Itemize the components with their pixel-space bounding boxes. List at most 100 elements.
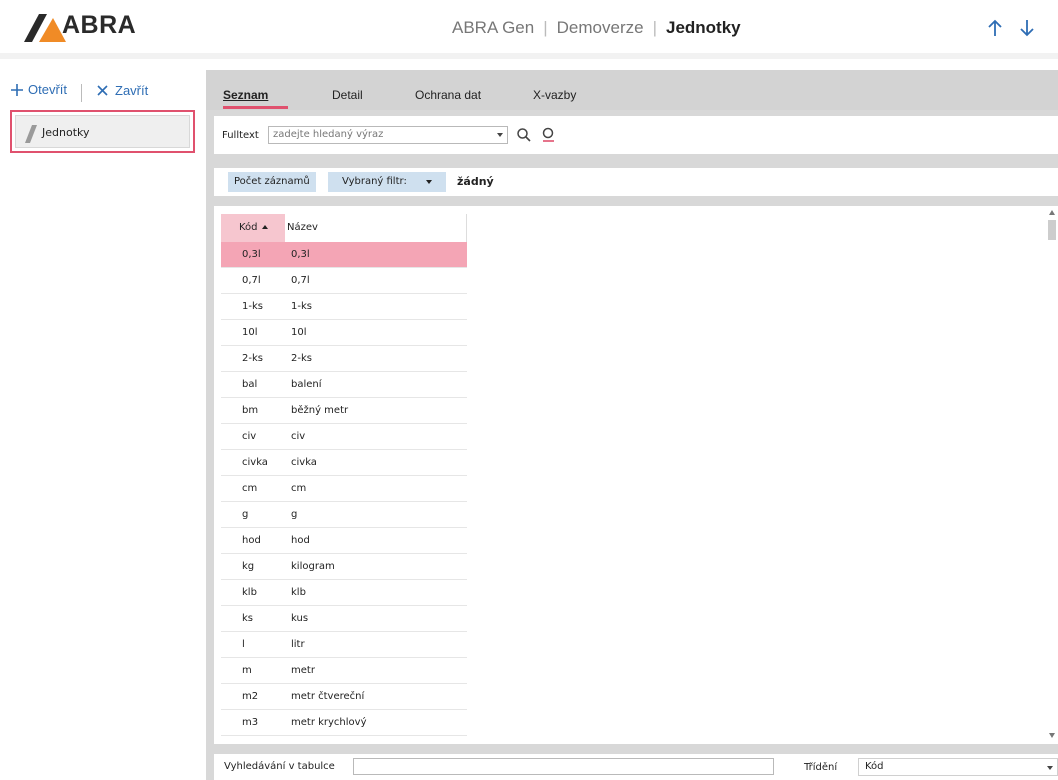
open-label: Otevřít bbox=[28, 82, 68, 97]
cell-kod: m2 bbox=[242, 691, 259, 702]
tab-seznam[interactable]: Seznam bbox=[223, 88, 268, 102]
breadcrumb: ABRA Gen | Demoverze | Jednotky bbox=[452, 18, 741, 37]
cell-kod: 0,3l bbox=[242, 249, 261, 260]
table-row[interactable]: m metr bbox=[221, 658, 467, 684]
cell-nazev: 0,3l bbox=[291, 249, 310, 260]
table-row[interactable]: gg bbox=[221, 502, 467, 528]
dropdown-arrow-icon bbox=[426, 180, 432, 184]
close-button[interactable]: Zavřít bbox=[96, 83, 148, 98]
cell-nazev: civ bbox=[291, 431, 306, 442]
column-header-kod[interactable]: Kód bbox=[221, 214, 285, 242]
fulltext-placeholder: zadejte hledaný výraz bbox=[273, 129, 384, 140]
actions-divider bbox=[81, 84, 83, 103]
close-icon bbox=[97, 84, 108, 96]
cell-kod: l bbox=[242, 639, 245, 650]
cell-nazev: 0,7l bbox=[291, 275, 310, 286]
chevron-down-icon[interactable] bbox=[497, 133, 503, 137]
table-row[interactable]: m2 metr čtvereční bbox=[221, 684, 467, 710]
cell-nazev: metr bbox=[291, 665, 315, 676]
cell-kod: g bbox=[242, 509, 249, 520]
plus-icon bbox=[11, 83, 23, 96]
agenda-panel: Seznam Detail Ochrana dat X-vazby Fullte… bbox=[206, 70, 1058, 780]
table-row[interactable]: klb klb bbox=[221, 580, 467, 606]
table-search-bar: Vyhledávání v tabulce Třídění Kód bbox=[214, 754, 1058, 780]
sort-select-value: Kód bbox=[865, 761, 884, 772]
advanced-search-icon[interactable] bbox=[541, 127, 557, 143]
column-header-nazev[interactable]: Název bbox=[287, 214, 465, 242]
tab-x-vazby[interactable]: X-vazby bbox=[533, 88, 576, 102]
logo-text: ABRA bbox=[62, 11, 137, 39]
table-row[interactable]: kg kilogram bbox=[221, 554, 467, 580]
cell-nazev: civka bbox=[291, 457, 317, 468]
cell-nazev: g bbox=[291, 509, 298, 520]
cell-kod: m bbox=[242, 665, 252, 676]
cell-kod: cm bbox=[242, 483, 258, 494]
search-icon[interactable] bbox=[516, 127, 532, 143]
table-row[interactable]: 10l 10l bbox=[221, 320, 467, 346]
table-row[interactable]: ks kus bbox=[221, 606, 467, 632]
table-row[interactable]: bm běžný metr bbox=[221, 398, 467, 424]
filter-select-label: Vybraný filtr: bbox=[342, 176, 407, 187]
cell-kod: civ bbox=[242, 431, 257, 442]
table-row[interactable]: bal balení bbox=[221, 372, 467, 398]
table-row[interactable]: 2-ks 2-ks bbox=[221, 346, 467, 372]
tab-seznam-label: Seznam bbox=[223, 88, 269, 102]
cell-kod: ks bbox=[242, 613, 254, 624]
cell-kod: civka bbox=[242, 457, 268, 468]
scroll-up-icon[interactable] bbox=[1049, 210, 1055, 215]
filter-select-button[interactable]: Vybraný filtr: bbox=[328, 172, 446, 192]
cell-nazev: klb bbox=[291, 587, 306, 598]
table-row[interactable]: 0,7l 0,7l bbox=[221, 268, 467, 294]
table-row[interactable]: m3 metr krychlový bbox=[221, 710, 467, 736]
cell-kod: bm bbox=[242, 405, 259, 416]
table-row[interactable]: cm cm bbox=[221, 476, 467, 502]
sort-ascending-icon bbox=[261, 225, 268, 229]
breadcrumb-app: ABRA Gen bbox=[452, 18, 535, 37]
active-tab-indicator bbox=[223, 106, 288, 109]
tab-ochrana-dat[interactable]: Ochrana dat bbox=[415, 88, 481, 102]
cell-kod: 2-ks bbox=[242, 353, 263, 364]
sort-select[interactable]: Kód bbox=[858, 758, 1058, 776]
cell-kod: m3 bbox=[242, 717, 259, 728]
header-divider bbox=[0, 53, 1058, 59]
table-row[interactable]: civ civ bbox=[221, 424, 467, 450]
open-button[interactable]: Otevřít bbox=[10, 82, 67, 97]
close-label: Zavřít bbox=[115, 82, 149, 98]
tab-detail-label: Detail bbox=[332, 88, 363, 102]
table-search-input[interactable] bbox=[353, 758, 774, 775]
cell-kod: 0,7l bbox=[242, 275, 261, 286]
scroll-down-icon[interactable] bbox=[1049, 733, 1055, 738]
cell-kod: kg bbox=[242, 561, 255, 572]
table-header: Kód Název bbox=[221, 214, 467, 242]
table-row[interactable]: l litr bbox=[221, 632, 467, 658]
column-header-kod-label: Kód bbox=[239, 222, 258, 233]
cell-kod: bal bbox=[242, 379, 258, 390]
cell-nazev: balení bbox=[291, 379, 322, 390]
cell-nazev: hod bbox=[291, 535, 310, 546]
table-row[interactable]: 1-ks 1-ks bbox=[221, 294, 467, 320]
chevron-down-icon bbox=[1047, 766, 1053, 770]
arrow-up-icon[interactable] bbox=[984, 17, 1006, 39]
record-count-button[interactable]: Počet záznamů bbox=[228, 172, 316, 192]
cell-kod: klb bbox=[242, 587, 257, 598]
open-document-tab[interactable]: Jednotky bbox=[10, 110, 195, 153]
page-title: Jednotky bbox=[665, 18, 741, 37]
fulltext-label: Fulltext bbox=[222, 130, 259, 141]
arrow-down-icon[interactable] bbox=[1016, 17, 1038, 39]
record-navigation bbox=[984, 17, 1048, 42]
table-row[interactable]: civka civka bbox=[221, 450, 467, 476]
table-row[interactable]: hod hod bbox=[221, 528, 467, 554]
tab-x-vazby-label: X-vazby bbox=[533, 88, 577, 102]
cell-kod: 10l bbox=[242, 327, 258, 338]
vertical-scrollbar[interactable] bbox=[1046, 206, 1058, 744]
filter-bar: Počet záznamů Vybraný filtr: žádný bbox=[214, 168, 1058, 196]
tab-detail[interactable]: Detail bbox=[332, 88, 363, 102]
column-header-nazev-label: Název bbox=[287, 222, 318, 233]
scroll-thumb[interactable] bbox=[1048, 220, 1056, 240]
fulltext-input[interactable]: zadejte hledaný výraz bbox=[268, 126, 508, 144]
cell-nazev: kus bbox=[291, 613, 309, 624]
document-tab-label: Jednotky bbox=[42, 126, 90, 139]
cell-kod: hod bbox=[242, 535, 261, 546]
table-row[interactable]: 0,3l 0,3l bbox=[221, 242, 467, 268]
units-table: Kód Název 0,3l 0,3l 0,7l 0,7l 1-ks 1-ks 10l 10l… bbox=[221, 214, 467, 736]
